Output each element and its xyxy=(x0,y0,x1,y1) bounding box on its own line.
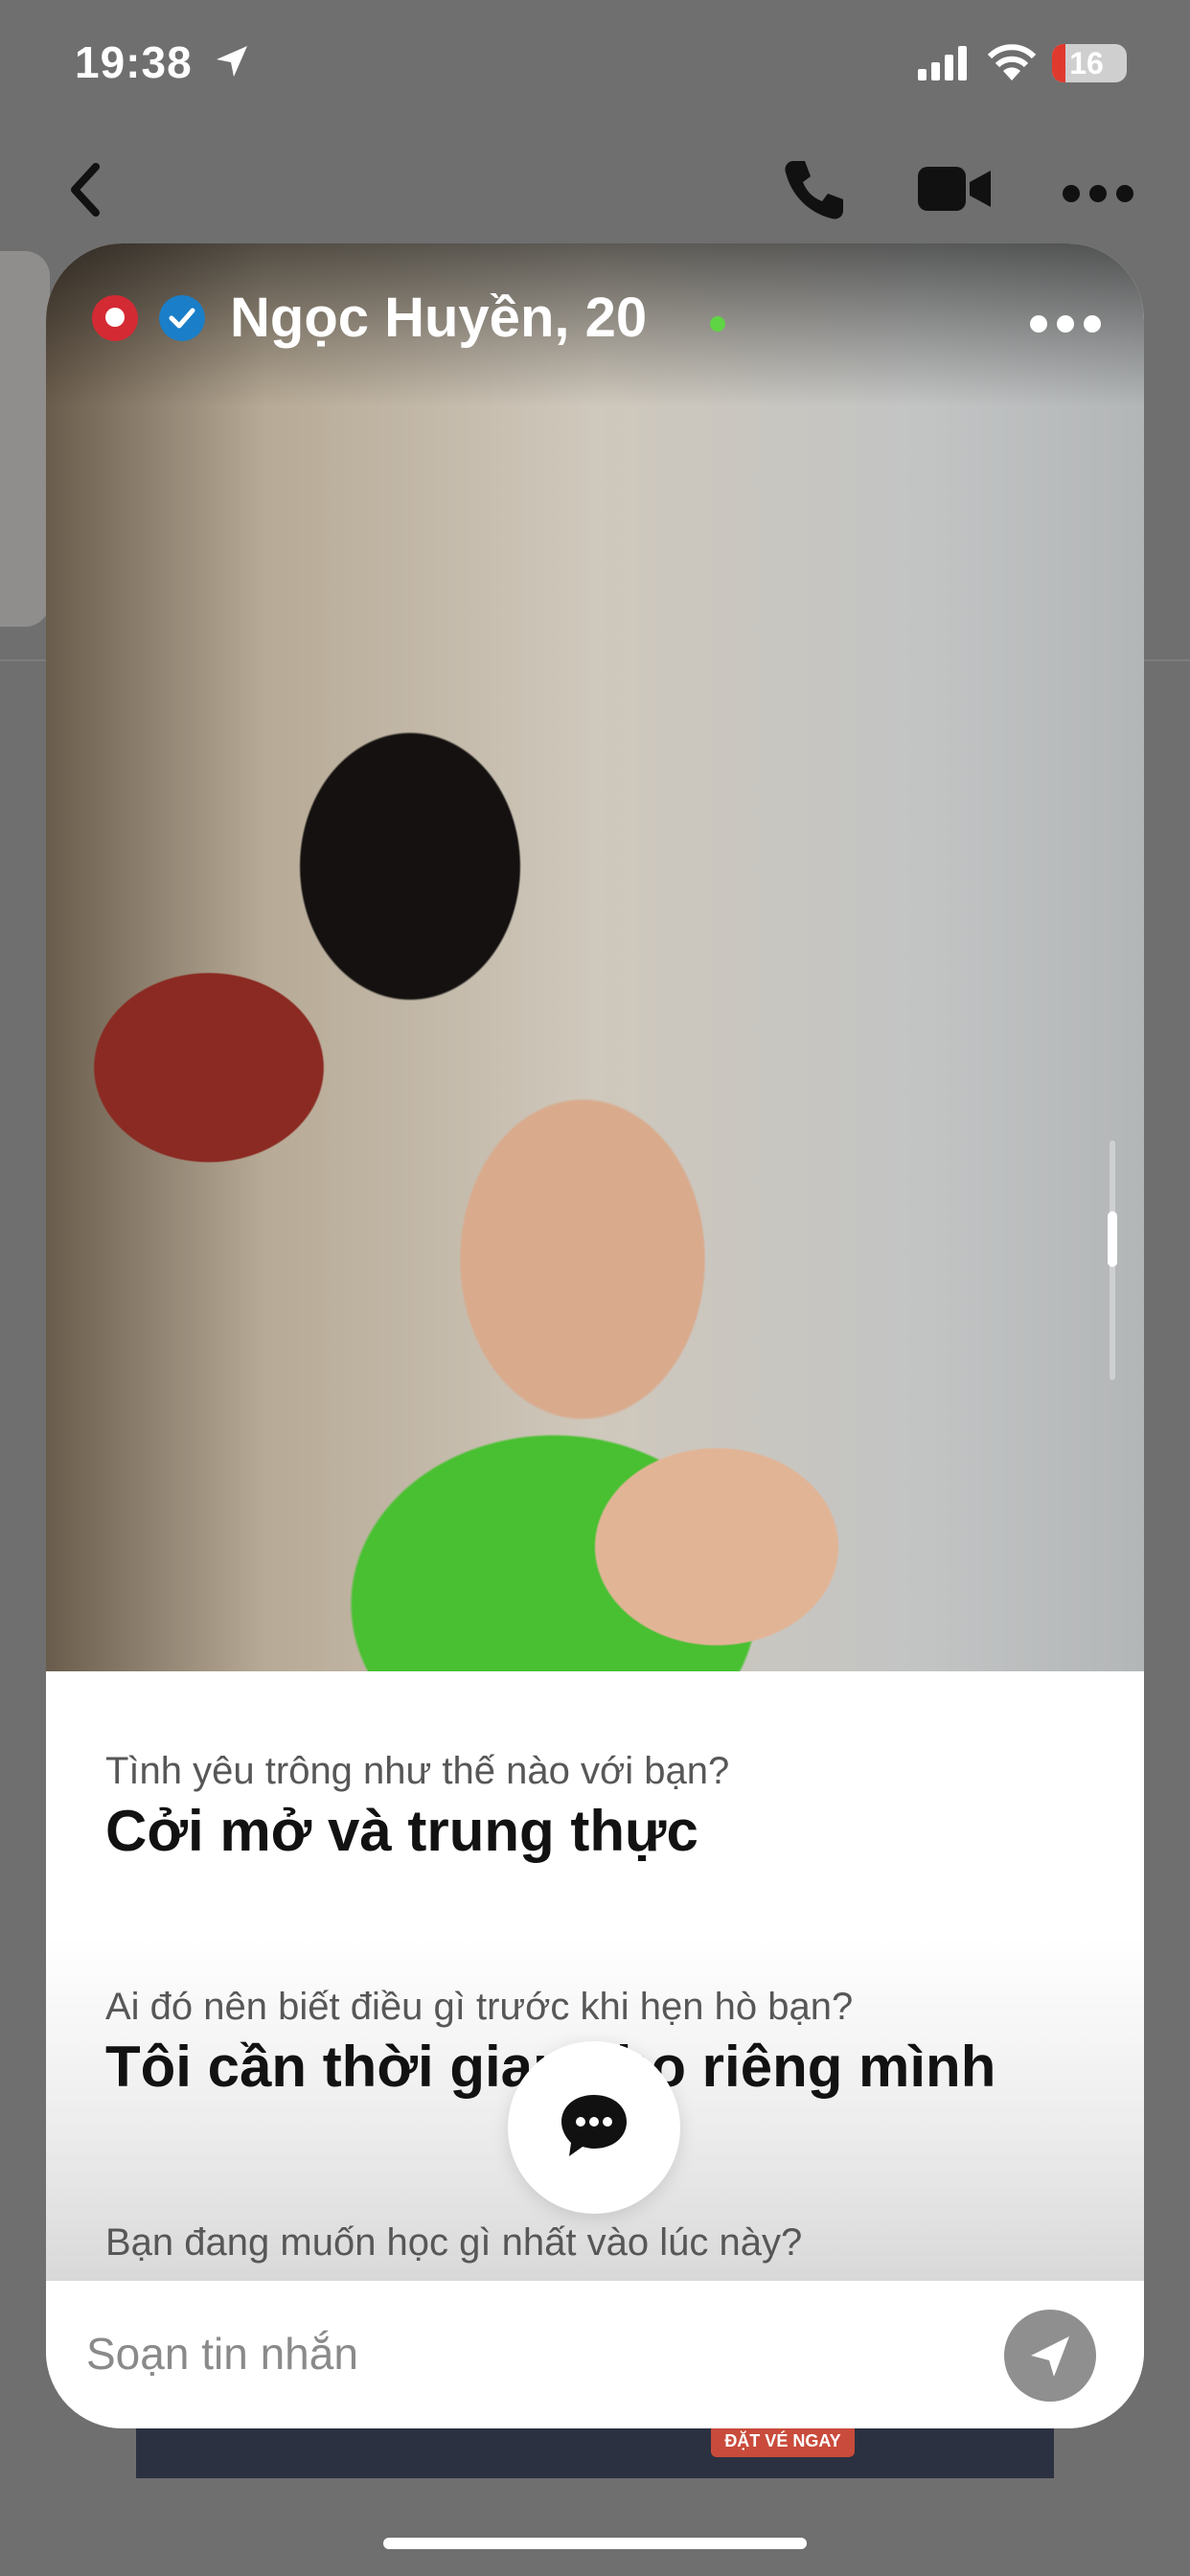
profile-photo[interactable] xyxy=(46,243,1144,1671)
battery-icon: 16 xyxy=(1052,44,1127,82)
signal-icon xyxy=(918,46,967,80)
menu-dots-icon[interactable] xyxy=(1029,312,1102,335)
more-icon[interactable] xyxy=(1062,184,1134,203)
prompt-question: Bạn đang muốn học gì nhất vào lúc này? xyxy=(105,2221,803,2264)
chat-nav-bar xyxy=(0,144,1190,240)
home-indicator xyxy=(383,2538,807,2549)
brand-logo-icon xyxy=(92,295,138,341)
send-button[interactable] xyxy=(1004,2310,1096,2402)
send-icon xyxy=(1031,2336,1069,2377)
profile-card: Ngọc Huyền, 20 Tình yêu trông như thế nà… xyxy=(46,243,1144,2428)
verified-icon xyxy=(159,295,205,341)
back-chevron-icon[interactable] xyxy=(67,161,105,218)
profile-header: Ngọc Huyền, 20 xyxy=(46,243,1144,406)
banner-cta[interactable]: ĐẶT VÉ NGAY xyxy=(711,2425,855,2457)
prompt-question: Tình yêu trông như thế nào với bạn? xyxy=(105,1750,730,1792)
battery-level: 16 xyxy=(1069,46,1104,80)
message-composer xyxy=(46,2281,1144,2428)
photo-scroll-indicator xyxy=(1108,1140,1117,1380)
prompt-question: Ai đó nên biết điều gì trước khi hẹn hò … xyxy=(105,1986,854,2028)
status-bar: 19:38 16 xyxy=(0,0,1190,115)
status-time: 19:38 xyxy=(75,37,193,87)
chat-button[interactable] xyxy=(508,2041,680,2214)
online-dot-icon xyxy=(710,316,725,332)
message-input[interactable] xyxy=(84,2319,950,2388)
chat-bubble-icon xyxy=(561,2095,627,2156)
phone-icon[interactable] xyxy=(780,155,849,224)
previous-card-peek xyxy=(0,251,50,627)
profile-name: Ngọc Huyền, 20 xyxy=(230,287,648,349)
wifi-icon xyxy=(987,44,1037,80)
video-icon[interactable] xyxy=(918,165,991,213)
prompt-answer: Cởi mở và trung thực xyxy=(105,1799,698,1863)
location-arrow-icon xyxy=(217,46,247,77)
